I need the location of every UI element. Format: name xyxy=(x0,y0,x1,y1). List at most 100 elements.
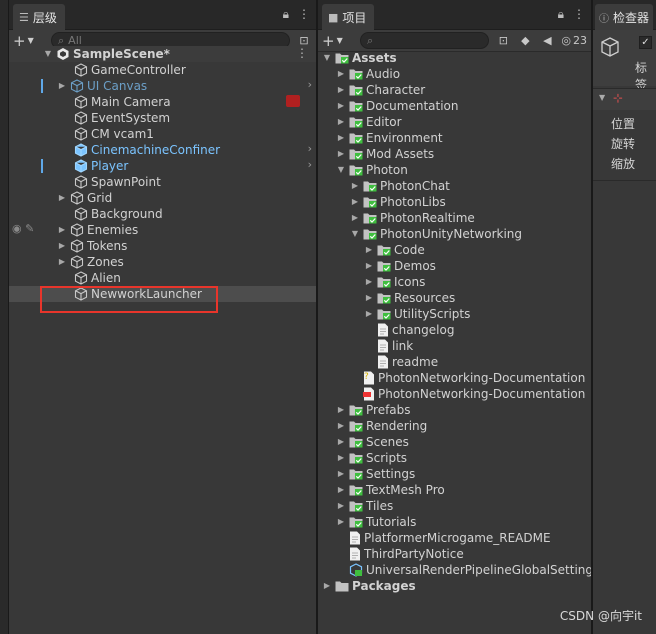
project-folder-item[interactable]: ▶ Code xyxy=(364,242,425,258)
hierarchy-item[interactable]: GameController xyxy=(9,62,316,78)
project-file-item[interactable]: link xyxy=(364,338,413,354)
project-file-item[interactable]: PlatformerMicrogame_README xyxy=(336,530,551,546)
project-file-item[interactable]: UniversalRenderPipelineGlobalSettings xyxy=(336,562,591,578)
project-folder-item[interactable]: ▶ Environment xyxy=(336,130,443,146)
chevron-right-icon[interactable]: ▶ xyxy=(322,578,332,594)
chevron-right-icon[interactable]: ▶ xyxy=(364,290,374,306)
tab-inspector[interactable]: ⓘ 检查器 xyxy=(595,4,654,30)
chevron-right-icon[interactable]: ▶ xyxy=(57,238,67,254)
hierarchy-item[interactable]: ◉ ✎ ▶ Enemies xyxy=(9,222,316,238)
hierarchy-item[interactable]: Main Camera xyxy=(9,94,316,110)
chevron-right-icon[interactable]: ▶ xyxy=(364,306,374,322)
hierarchy-item[interactable]: CM vcam1 xyxy=(9,126,316,142)
project-file-item[interactable]: changelog xyxy=(364,322,454,338)
project-folder-item[interactable]: ▶ PhotonLibs xyxy=(350,194,446,210)
transform-header[interactable]: ▼ ⊹ xyxy=(593,88,656,110)
chevron-right-icon[interactable]: ▶ xyxy=(336,402,346,418)
more-icon[interactable]: ⋮ xyxy=(296,46,308,60)
chevron-right-icon[interactable]: › xyxy=(308,78,312,91)
chevron-right-icon[interactable]: ▶ xyxy=(57,78,67,94)
project-file-item[interactable]: ? PhotonNetworking-Documentation xyxy=(350,370,585,386)
hierarchy-item[interactable]: ▶ UI Canvas › xyxy=(9,78,316,94)
chevron-right-icon[interactable]: ▶ xyxy=(336,98,346,114)
highlight-box xyxy=(40,286,218,313)
more-icon[interactable]: ⋮ xyxy=(298,7,310,22)
chevron-right-icon[interactable]: ▶ xyxy=(336,82,346,98)
hierarchy-item[interactable]: ▶ Grid xyxy=(9,190,316,206)
gameobject-cube-icon xyxy=(70,79,84,93)
chevron-right-icon[interactable]: ▶ xyxy=(57,190,67,206)
chevron-right-icon[interactable]: ▶ xyxy=(57,254,67,270)
chevron-right-icon[interactable]: ▶ xyxy=(336,66,346,82)
project-folder-item[interactable]: ▶ PhotonRealtime xyxy=(350,210,475,226)
scene-row[interactable]: ▼ SampleScene* ⋮ xyxy=(9,46,316,62)
project-file-item[interactable]: readme xyxy=(364,354,438,370)
project-folder-item[interactable]: ▼ Photon xyxy=(336,162,408,178)
chevron-right-icon[interactable]: ▶ xyxy=(364,274,374,290)
project-folder-item[interactable]: ▶ Scenes xyxy=(336,434,409,450)
chevron-right-icon[interactable]: ▶ xyxy=(336,146,346,162)
chevron-right-icon[interactable]: ▶ xyxy=(350,194,360,210)
chevron-right-icon[interactable]: › xyxy=(308,142,312,155)
project-folder-item[interactable]: ▼ Assets xyxy=(322,50,397,66)
chevron-right-icon[interactable]: ▶ xyxy=(336,514,346,530)
project-folder-item[interactable]: ▶ Demos xyxy=(364,258,436,274)
project-folder-item[interactable]: ▶ Packages xyxy=(322,578,416,594)
chevron-down-icon[interactable]: ▼ xyxy=(322,50,332,66)
lock-icon[interactable]: 🔒︎ xyxy=(558,7,564,22)
project-file-item[interactable]: PhotonNetworking-Documentation xyxy=(350,386,585,402)
hierarchy-item[interactable]: SpawnPoint xyxy=(9,174,316,190)
chevron-right-icon[interactable]: ▶ xyxy=(336,466,346,482)
hierarchy-item[interactable]: Background xyxy=(9,206,316,222)
chevron-right-icon[interactable]: ▶ xyxy=(350,210,360,226)
active-checkbox[interactable]: ✓ xyxy=(639,36,652,49)
project-folder-item[interactable]: ▶ Audio xyxy=(336,66,400,82)
project-folder-item[interactable]: ▶ PhotonChat xyxy=(350,178,450,194)
chevron-right-icon[interactable]: ▶ xyxy=(364,258,374,274)
tab-hierarchy[interactable]: ☰ 层级 xyxy=(13,4,65,30)
project-folder-item[interactable]: ▶ Tiles xyxy=(336,498,393,514)
chevron-right-icon[interactable]: › xyxy=(308,158,312,171)
project-folder-item[interactable]: ▶ UtilityScripts xyxy=(364,306,470,322)
hierarchy-item-label: SpawnPoint xyxy=(91,175,161,189)
chevron-down-icon[interactable]: ▼ xyxy=(43,46,53,62)
project-folder-item[interactable]: ▶ Resources xyxy=(364,290,455,306)
hierarchy-item[interactable]: ▶ Zones xyxy=(9,254,316,270)
chevron-right-icon[interactable]: ▶ xyxy=(336,114,346,130)
project-folder-item[interactable]: ▶ TextMesh Pro xyxy=(336,482,445,498)
project-folder-item[interactable]: ▶ Editor xyxy=(336,114,402,130)
project-folder-item[interactable]: ▶ Documentation xyxy=(336,98,459,114)
tab-project[interactable]: ■ 项目 xyxy=(322,4,375,30)
chevron-down-icon[interactable]: ▼ xyxy=(350,226,360,242)
project-file-item[interactable]: ThirdPartyNotice xyxy=(336,546,464,562)
transform-icon: ⊹ xyxy=(613,91,624,105)
lock-icon[interactable]: 🔒︎ xyxy=(283,7,289,22)
chevron-right-icon[interactable]: ▶ xyxy=(336,130,346,146)
project-folder-item[interactable]: ▶ Character xyxy=(336,82,425,98)
hierarchy-item[interactable]: Player › xyxy=(9,158,316,174)
chevron-right-icon[interactable]: ▶ xyxy=(336,482,346,498)
link-file-icon: ? xyxy=(363,371,375,385)
project-folder-item[interactable]: ▶ Rendering xyxy=(336,418,427,434)
hierarchy-item[interactable]: EventSystem xyxy=(9,110,316,126)
more-icon[interactable]: ⋮ xyxy=(573,7,585,22)
chevron-right-icon[interactable]: ▶ xyxy=(336,434,346,450)
chevron-right-icon[interactable]: ▶ xyxy=(336,418,346,434)
chevron-right-icon[interactable]: ▶ xyxy=(57,222,67,238)
chevron-down-icon[interactable]: ▼ xyxy=(336,162,346,178)
visibility-eye-icon[interactable]: ◉ ✎ xyxy=(12,222,34,235)
hierarchy-item[interactable]: Alien xyxy=(9,270,316,286)
project-folder-item[interactable]: ▶ Prefabs xyxy=(336,402,411,418)
project-folder-item[interactable]: ▶ Tutorials xyxy=(336,514,416,530)
project-folder-item[interactable]: ▶ Scripts xyxy=(336,450,407,466)
hierarchy-item[interactable]: ▶ Tokens xyxy=(9,238,316,254)
hierarchy-item[interactable]: CinemachineConfiner › xyxy=(9,142,316,158)
chevron-right-icon[interactable]: ▶ xyxy=(350,178,360,194)
project-folder-item[interactable]: ▶ Icons xyxy=(364,274,425,290)
project-folder-item[interactable]: ▶ Settings xyxy=(336,466,415,482)
chevron-right-icon[interactable]: ▶ xyxy=(364,242,374,258)
chevron-right-icon[interactable]: ▶ xyxy=(336,498,346,514)
project-folder-item[interactable]: ▶ Mod Assets xyxy=(336,146,434,162)
chevron-right-icon[interactable]: ▶ xyxy=(336,450,346,466)
project-folder-item[interactable]: ▼ PhotonUnityNetworking xyxy=(350,226,522,242)
